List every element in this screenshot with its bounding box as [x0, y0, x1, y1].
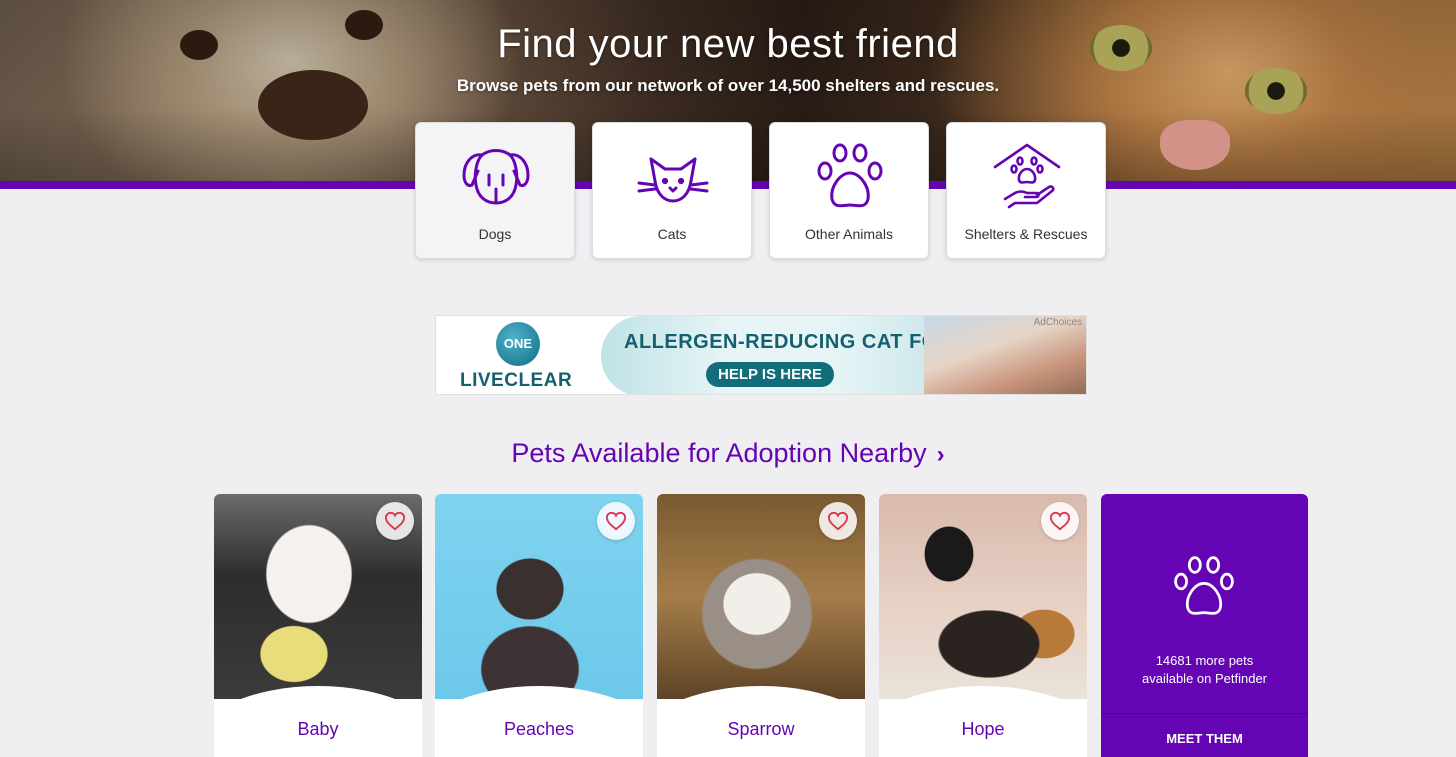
ad-cta-button[interactable]: HELP IS HERE [706, 362, 834, 387]
pet-name: Baby [297, 719, 339, 739]
heart-icon [605, 511, 627, 531]
hero-title: Find your new best friend [497, 22, 959, 66]
pet-card-peaches[interactable]: Peaches [435, 494, 643, 757]
paw-icon [1174, 556, 1234, 615]
ad-choices-link[interactable]: AdChoices [1034, 317, 1082, 328]
shelter-icon [993, 143, 1061, 209]
more-pets-caption: available on Petfinder [1141, 671, 1268, 686]
category-label: Cats [657, 226, 687, 242]
chevron-right-icon: › [936, 441, 945, 468]
favorite-button[interactable] [819, 502, 857, 540]
category-dogs[interactable]: Dogs [415, 122, 575, 259]
pet-card-baby[interactable]: Baby [214, 494, 422, 757]
pets-nearby-heading[interactable]: Pets Available for Adoption Nearby › [0, 438, 1456, 469]
cat-icon [637, 157, 709, 203]
pets-nearby-title: Pets Available for Adoption Nearby [511, 438, 927, 468]
cat-nose [1160, 120, 1230, 170]
dog-icon [462, 149, 530, 205]
hero-subtitle: Browse pets from our network of over 14,… [456, 76, 1000, 95]
heart-icon [1049, 511, 1071, 531]
more-pets-text: 14681 more pets available on Petfinder [1101, 652, 1308, 688]
favorite-button[interactable] [1041, 502, 1079, 540]
pet-name: Sparrow [727, 719, 795, 739]
pet-card-sparrow[interactable]: Sparrow [657, 494, 865, 757]
pet-name: Peaches [503, 719, 575, 739]
heart-icon [827, 511, 849, 531]
paw-icon [817, 143, 883, 208]
category-label: Shelters & Rescues [964, 226, 1088, 242]
pet-card-hope[interactable]: Hope [879, 494, 1087, 757]
category-cats[interactable]: Cats [592, 122, 752, 259]
category-label: Other Animals [805, 226, 893, 242]
advertisement-banner[interactable]: ONE LIVECLEAR ALLERGEN-REDUCING CAT FOOD… [435, 315, 1087, 395]
more-pets-card[interactable]: 14681 more pets available on Petfinder M… [1101, 494, 1308, 757]
ad-logo: ONE [496, 322, 540, 366]
more-pets-count: 14681 more pets [1155, 653, 1254, 668]
ad-headline: ALLERGEN-REDUCING CAT FOOD [624, 331, 969, 353]
meet-them-button[interactable]: MEET THEM [1101, 731, 1308, 746]
divider [1101, 713, 1308, 714]
ad-brand-name: LIVECLEAR [460, 370, 573, 391]
heart-icon [384, 511, 406, 531]
favorite-button[interactable] [376, 502, 414, 540]
favorite-button[interactable] [597, 502, 635, 540]
category-other-animals[interactable]: Other Animals [769, 122, 929, 259]
pet-name: Hope [961, 719, 1005, 739]
category-label: Dogs [478, 226, 512, 242]
category-shelters-rescues[interactable]: Shelters & Rescues [946, 122, 1106, 259]
